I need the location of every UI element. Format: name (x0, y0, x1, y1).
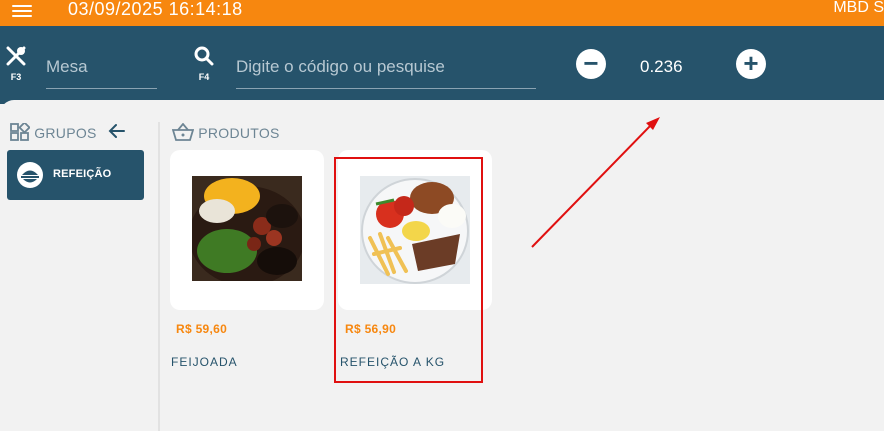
annotation-arrow-icon (531, 117, 660, 248)
